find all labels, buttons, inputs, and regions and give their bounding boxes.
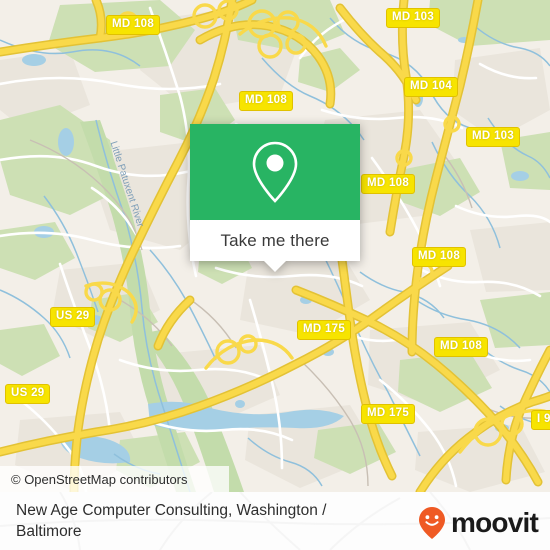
page-title: New Age Computer Consulting, Washington … [16, 502, 327, 540]
take-me-there-label: Take me there [220, 230, 330, 250]
popup-action-bar[interactable]: Take me there [190, 220, 360, 261]
road-shield[interactable]: US 29 [5, 384, 51, 404]
road-shield[interactable]: MD 175 [361, 404, 416, 424]
road-shield[interactable]: MD 108 [106, 15, 161, 35]
moovit-smiley-pin-icon [419, 507, 446, 539]
road-shield[interactable]: MD 108 [412, 247, 467, 267]
road-shield[interactable]: MD 103 [386, 8, 441, 28]
moovit-wordmark: moovit [451, 507, 539, 538]
road-shield[interactable]: MD 175 [297, 320, 352, 340]
road-shield[interactable]: MD 108 [361, 174, 416, 194]
road-shield[interactable]: I 9 [531, 410, 550, 430]
map-canvas[interactable]: Little Patuxent River MD 108 MD 103 MD 1… [0, 0, 550, 492]
map-screenshot: Little Patuxent River MD 108 MD 103 MD 1… [0, 0, 550, 550]
moovit-brand: moovit [417, 506, 539, 540]
footer-bar: New Age Computer Consulting, Washington … [0, 492, 550, 550]
road-shield[interactable]: MD 104 [404, 77, 459, 97]
road-shield[interactable]: MD 108 [434, 337, 489, 357]
popup-pin-area [190, 124, 360, 220]
road-shield[interactable]: US 29 [50, 307, 96, 327]
road-shield[interactable]: MD 103 [466, 127, 521, 147]
map-attribution: © OpenStreetMap contributors [0, 466, 229, 492]
popup-tail [264, 261, 286, 272]
map-pin-icon [252, 141, 298, 203]
destination-popup-card[interactable]: Take me there [190, 124, 360, 272]
attribution-text: © OpenStreetMap contributors [11, 471, 188, 487]
road-shield[interactable]: MD 108 [239, 91, 294, 111]
